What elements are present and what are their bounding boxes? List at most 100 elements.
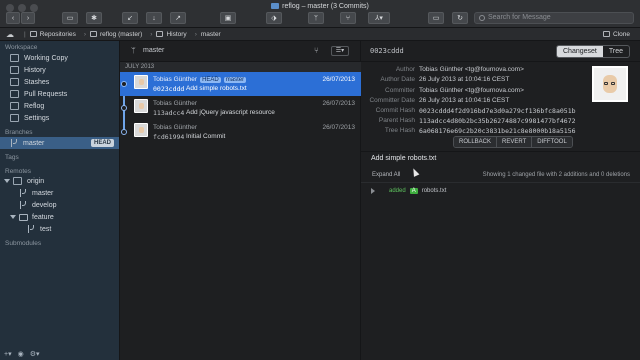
stashes-icon: [10, 78, 19, 86]
added-badge: A: [409, 188, 418, 194]
commit-message: Add jQuery javascript resource: [186, 109, 275, 116]
history-icon: [156, 31, 164, 37]
month-header: JULY 2013: [120, 62, 361, 72]
disclosure-triangle-icon[interactable]: [371, 188, 375, 194]
back-button[interactable]: ‹: [6, 12, 20, 24]
tab-changeset[interactable]: Changeset: [557, 46, 603, 57]
pull-icon: ↓: [152, 14, 156, 22]
branch-icon: [20, 189, 26, 197]
changed-file-row[interactable]: added A robots.txt: [371, 188, 446, 194]
sidebar-item-remote-master[interactable]: master: [0, 187, 119, 199]
file-name: robots.txt: [421, 188, 447, 194]
commit-row[interactable]: Tobias Günther 26/07/2013 113adcc4 Add j…: [120, 96, 361, 120]
sidebar-item-reflog[interactable]: Reflog: [0, 100, 119, 112]
eye-icon[interactable]: ◉: [18, 350, 24, 358]
view-toggle: Changeset Tree: [556, 45, 630, 58]
commit-graph-dot: [121, 105, 127, 111]
commit-graph-dot: [121, 129, 127, 135]
expand-all-button[interactable]: Expand All: [372, 172, 400, 178]
head-tag: HEAD: [200, 77, 221, 83]
workspace-header: Workspace: [5, 44, 38, 51]
search-input[interactable]: Search for Message: [474, 12, 634, 24]
pull-button[interactable]: ↓: [146, 12, 162, 24]
revert-button[interactable]: REVERT: [497, 137, 533, 147]
branch-icon: ᛘ: [131, 46, 136, 55]
avatar: [134, 99, 148, 113]
branch-button[interactable]: ᛘ: [308, 12, 324, 24]
crumb-history[interactable]: › History: [146, 31, 186, 38]
branch-icon: [28, 225, 34, 233]
window-title: reflog – master (3 Commits): [0, 3, 640, 10]
repositories-icon: [29, 31, 37, 37]
avatar: [134, 75, 148, 89]
commit-hash: 113adcc4: [153, 109, 185, 117]
git-flow-button[interactable]: ⅄▾: [368, 12, 390, 24]
sidebar-item-folder-feature[interactable]: feature: [0, 211, 119, 223]
author-avatar: [592, 66, 628, 102]
disclosure-icon: [4, 179, 10, 183]
commit-message: Add simple robots.txt: [186, 85, 247, 92]
commit-message: Initial Commit: [186, 133, 226, 140]
fetch-icon: ↙: [127, 15, 133, 22]
push-icon: ↗: [175, 15, 181, 22]
push-button[interactable]: ↗: [170, 12, 186, 24]
magic-wand-button[interactable]: ✱: [86, 12, 102, 24]
commit-author: Tobias Günther: [153, 100, 198, 107]
changes-summary: Showing 1 changed file with 2 additions …: [482, 172, 630, 178]
sidebar-item-settings[interactable]: Settings: [0, 112, 119, 124]
sidebar: Workspace Working Copy History Stashes P…: [0, 41, 120, 360]
tag-button[interactable]: ⬗: [266, 12, 282, 24]
tags-header: Tags: [5, 154, 19, 161]
difftool-button[interactable]: DIFFTOOL: [532, 137, 572, 147]
sidebar-item-pull-requests[interactable]: Pull Requests: [0, 88, 119, 100]
commit-row[interactable]: Tobias Günther 26/07/2013 fcd61994 Initi…: [120, 120, 361, 144]
clone-icon: [603, 31, 611, 37]
terminal-icon: ▭: [432, 15, 440, 22]
branch-icon: ᛘ: [313, 14, 319, 22]
commit-date: 26/07/2013: [322, 100, 355, 107]
commit-list-header: ᛘ master ⑂ ☰▾: [120, 41, 361, 62]
forward-button[interactable]: ›: [21, 12, 35, 24]
meta-parent-hash: Parent Hash 113adcc4d80b2bc35b26274887c99…: [378, 117, 576, 125]
git-flow-icon: ⅄▾: [375, 15, 383, 22]
tag-icon: ⬗: [271, 15, 277, 22]
current-branch-label: master: [143, 47, 165, 54]
search-icon: [479, 15, 485, 21]
settings-icon: [10, 114, 19, 122]
sidebar-item-stashes[interactable]: Stashes: [0, 76, 119, 88]
inbox-button[interactable]: ▭: [62, 12, 78, 24]
sidebar-item-remote-develop[interactable]: develop: [0, 199, 119, 211]
rollback-button[interactable]: ROLLBACK: [454, 137, 498, 147]
sidebar-item-remote-origin[interactable]: origin: [0, 175, 119, 187]
refresh-button[interactable]: ↻: [452, 12, 468, 24]
sidebar-item-remote-test[interactable]: test: [0, 223, 119, 235]
clone-button[interactable]: Clone: [603, 31, 630, 38]
commit-row[interactable]: Tobias Günther HEAD master 26/07/2013 0023…: [120, 72, 361, 96]
crumb-repository[interactable]: › reflog (master): [80, 31, 142, 38]
branch-icon: [20, 201, 26, 209]
commit-detail: 0023cddd Changeset Tree Author Tobias Gün…: [361, 41, 640, 360]
gear-icon[interactable]: ⚙▾: [30, 350, 40, 358]
sidebar-item-working-copy[interactable]: Working Copy: [0, 52, 119, 64]
fetch-button[interactable]: ↙: [122, 12, 138, 24]
commit-date: 26/07/2013: [322, 76, 355, 83]
terminal-button[interactable]: ▭: [428, 12, 444, 24]
filter-icon[interactable]: ⑂: [314, 46, 319, 55]
merge-button[interactable]: ⑂: [340, 12, 356, 24]
crumb-repositories[interactable]: | Repositories: [20, 31, 76, 38]
repository-icon: [90, 31, 98, 37]
sidebar-item-history[interactable]: History: [0, 64, 119, 76]
stash-button[interactable]: ▣: [220, 12, 236, 24]
tab-tree[interactable]: Tree: [603, 46, 629, 57]
branch-tag: master: [223, 77, 247, 83]
folder-icon: [19, 213, 28, 221]
cloud-icon: ☁: [6, 29, 14, 39]
file-status: added: [389, 188, 406, 194]
head-badge: HEAD: [90, 139, 114, 147]
commit-hash: 0023cddd: [153, 85, 185, 93]
add-icon[interactable]: +▾: [4, 350, 12, 358]
sidebar-item-branch-master[interactable]: master HEAD: [0, 137, 119, 149]
list-options-button[interactable]: ☰▾: [331, 46, 349, 56]
crumb-branch[interactable]: › master: [191, 31, 221, 38]
pull-requests-icon: [10, 90, 19, 98]
